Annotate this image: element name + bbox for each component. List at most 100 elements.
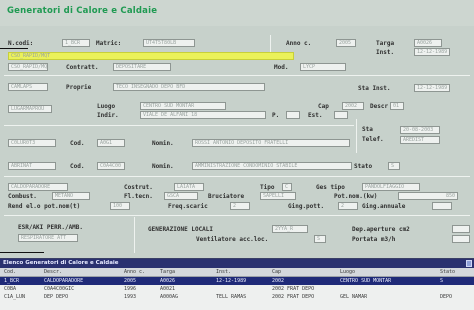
column-header[interactable]: Inst. bbox=[216, 268, 231, 276]
table-cell: TELL RAMAS bbox=[216, 294, 247, 300]
table-cell: 12-12-1989 bbox=[216, 278, 247, 284]
table-cell: A0026 bbox=[160, 278, 176, 284]
inst-label: Inst. bbox=[376, 49, 395, 56]
table-row[interactable]: C0BA C0A4C00GIC 1996 A0021 2002 FRAT DEP… bbox=[0, 285, 474, 293]
sta-inst-field[interactable]: 12-12-1989 bbox=[414, 84, 450, 92]
luogo-code-field[interactable]: LUGARMAPROU bbox=[8, 105, 52, 113]
table-cell: A000AG bbox=[160, 294, 179, 300]
freq-scaric-field[interactable]: 2 bbox=[230, 202, 250, 210]
anno-label: Anno c. bbox=[286, 40, 312, 47]
tipo-field[interactable]: C bbox=[282, 183, 292, 191]
codice-field[interactable]: 1_BCR bbox=[62, 39, 90, 47]
table-cell: GEL NAMAR bbox=[340, 294, 368, 300]
matricola-label: Matric: bbox=[96, 40, 122, 47]
grid-title: Elenco Generatori di Calore e Caldaie bbox=[0, 259, 474, 268]
description-field-highlighted[interactable]: CSO_RAPID/MQT bbox=[8, 52, 294, 60]
costrut-field[interactable]: LA1ATA bbox=[174, 183, 204, 191]
table-cell: 1996 bbox=[124, 286, 137, 292]
nomin1-label: Nomin. bbox=[152, 140, 174, 147]
contratto-code-field[interactable]: CSO_RAPID/MQT bbox=[8, 63, 48, 71]
portata-field[interactable] bbox=[452, 235, 470, 243]
scroll-button[interactable] bbox=[466, 260, 472, 267]
telef-field[interactable]: AREDIST bbox=[400, 136, 440, 144]
descr-field[interactable]: 01 bbox=[390, 102, 404, 110]
window-title: Generatori di Calore e Caldaie bbox=[7, 6, 158, 16]
column-header[interactable]: Cod. bbox=[4, 268, 16, 276]
table-cell: CENTRO SUD MONTAR bbox=[340, 278, 392, 284]
ventilatore-field[interactable]: S bbox=[314, 235, 326, 243]
generazione-field[interactable]: 2YYA_R bbox=[272, 225, 308, 233]
rend-field[interactable]: 100 bbox=[110, 202, 130, 210]
table-cell: 2002 bbox=[272, 278, 285, 284]
inst-field[interactable]: 12-12-1989 bbox=[414, 48, 450, 56]
fl-tecn-label: Fl.tecn. bbox=[124, 193, 153, 200]
cod1-label: Cod. bbox=[70, 140, 85, 147]
table-row[interactable]: C1A_LUN DEP DEPO 1993 A000AG TELL RAMAS … bbox=[0, 293, 474, 301]
proprieta-field[interactable]: TECO INSEGNADO DEPO BFD bbox=[113, 83, 265, 91]
nomin2-field[interactable]: AMMINISTRAZIONE CONDOMINIO STABILE bbox=[192, 162, 352, 170]
generazione-divider bbox=[134, 217, 135, 253]
generator-form: N.codi: 1_BCR Matric: UT4T5T80LB Anno c.… bbox=[0, 26, 474, 258]
table-cell: S bbox=[440, 278, 444, 284]
ging-annuale-field[interactable] bbox=[432, 202, 452, 210]
nomin1-field[interactable]: ROSSI ANTONIO DEPOSITO FRATELLI bbox=[192, 139, 350, 147]
amm-code-field[interactable]: ABRINAT bbox=[8, 162, 56, 170]
table-cell: 2002 FRAT DEPO bbox=[272, 286, 315, 292]
esito-label: ESR/AKI PERR./AMB. bbox=[18, 224, 84, 231]
dep-aperture-label: Dep.aperture cm2 bbox=[352, 226, 410, 233]
cod2-field[interactable]: C0A4C00 bbox=[97, 162, 125, 170]
ventilatore-label: Ventilatore acc.loc. bbox=[196, 236, 269, 243]
dep-aperture-field[interactable] bbox=[452, 225, 470, 233]
pot-nom-field[interactable]: 850 bbox=[398, 192, 458, 200]
bruciatore-field[interactable]: SAPELLI bbox=[260, 192, 296, 200]
callout-line bbox=[0, 48, 28, 49]
ging-annuale-label: Ging.annuale bbox=[362, 203, 406, 210]
fl-tecn-field[interactable]: GSCA bbox=[164, 192, 198, 200]
freq-scaric-label: Freq.scaric bbox=[168, 203, 208, 210]
matricola-field[interactable]: UT4T5T80LB bbox=[143, 39, 195, 47]
cap-label: Cap bbox=[318, 103, 329, 110]
targa-field[interactable]: A0026 bbox=[414, 39, 442, 47]
luogo-label: Luogo bbox=[97, 103, 116, 110]
nomin2-label: Nomin. bbox=[152, 163, 174, 170]
costrut-label: Costrut. bbox=[124, 184, 153, 191]
column-header[interactable]: Targa bbox=[160, 268, 175, 276]
column-header[interactable]: Anno c. bbox=[124, 268, 145, 276]
contratto-label: Contratt. bbox=[66, 64, 99, 71]
column-header[interactable]: Luogo bbox=[340, 268, 355, 276]
combust-field[interactable]: METANO bbox=[52, 192, 90, 200]
column-header[interactable]: Cap bbox=[272, 268, 281, 276]
anno-field[interactable]: 2005 bbox=[336, 39, 356, 47]
indir-field[interactable]: VIALE DE ALFANI 18 bbox=[140, 111, 266, 119]
cliente-code-field[interactable]: C0LUR0T3 bbox=[8, 139, 56, 147]
sta-field[interactable]: 20-08-2003 bbox=[400, 126, 440, 134]
p-field[interactable] bbox=[286, 111, 300, 119]
stato-label: Stato bbox=[354, 163, 373, 170]
cod1-field[interactable]: A0G1 bbox=[97, 139, 125, 147]
ges-tipo-label: Ges tipo bbox=[316, 184, 345, 191]
indirizzo-code-field[interactable]: CAMLAPS bbox=[8, 83, 48, 91]
generazione-code-field[interactable]: CALDOPARADORE bbox=[8, 183, 68, 191]
table-cell: CALDOPARADORE bbox=[44, 278, 84, 284]
est-field[interactable] bbox=[334, 111, 348, 119]
table-row[interactable]: 1_BCR CALDOPARADORE 2005 A0026 12-12-198… bbox=[0, 277, 474, 285]
mod-field[interactable]: LYCP bbox=[300, 63, 346, 71]
ges-tipo-field[interactable]: PANDOLFIAGGIO bbox=[362, 183, 420, 191]
descr-label: Descr bbox=[370, 103, 389, 110]
column-header[interactable]: Descr. bbox=[44, 268, 62, 276]
p-label: P. bbox=[272, 112, 280, 119]
table-cell: 2002 FRAT DEPO bbox=[272, 294, 315, 300]
est-label: Est. bbox=[308, 112, 323, 119]
indir-label: Indir. bbox=[97, 112, 119, 119]
luogo-field[interactable]: CENTRO SUD MONTAR bbox=[140, 102, 226, 110]
contratto-field[interactable]: DEPOSITARE bbox=[113, 63, 171, 71]
pot-nom-label: Pot.nom.(kw) bbox=[334, 193, 378, 200]
cap-field[interactable]: 2002 bbox=[342, 102, 364, 110]
bruciatore-label: Bruciatore bbox=[208, 193, 245, 200]
esito-field[interactable]: RESPIRATORE ATT bbox=[18, 234, 78, 242]
ging-pott-field[interactable]: 2 bbox=[338, 202, 358, 210]
ging-pott-label: Ging.pott. bbox=[288, 203, 325, 210]
divider bbox=[4, 215, 470, 216]
stato-field[interactable]: S bbox=[388, 162, 400, 170]
column-header[interactable]: Stato bbox=[440, 268, 455, 276]
